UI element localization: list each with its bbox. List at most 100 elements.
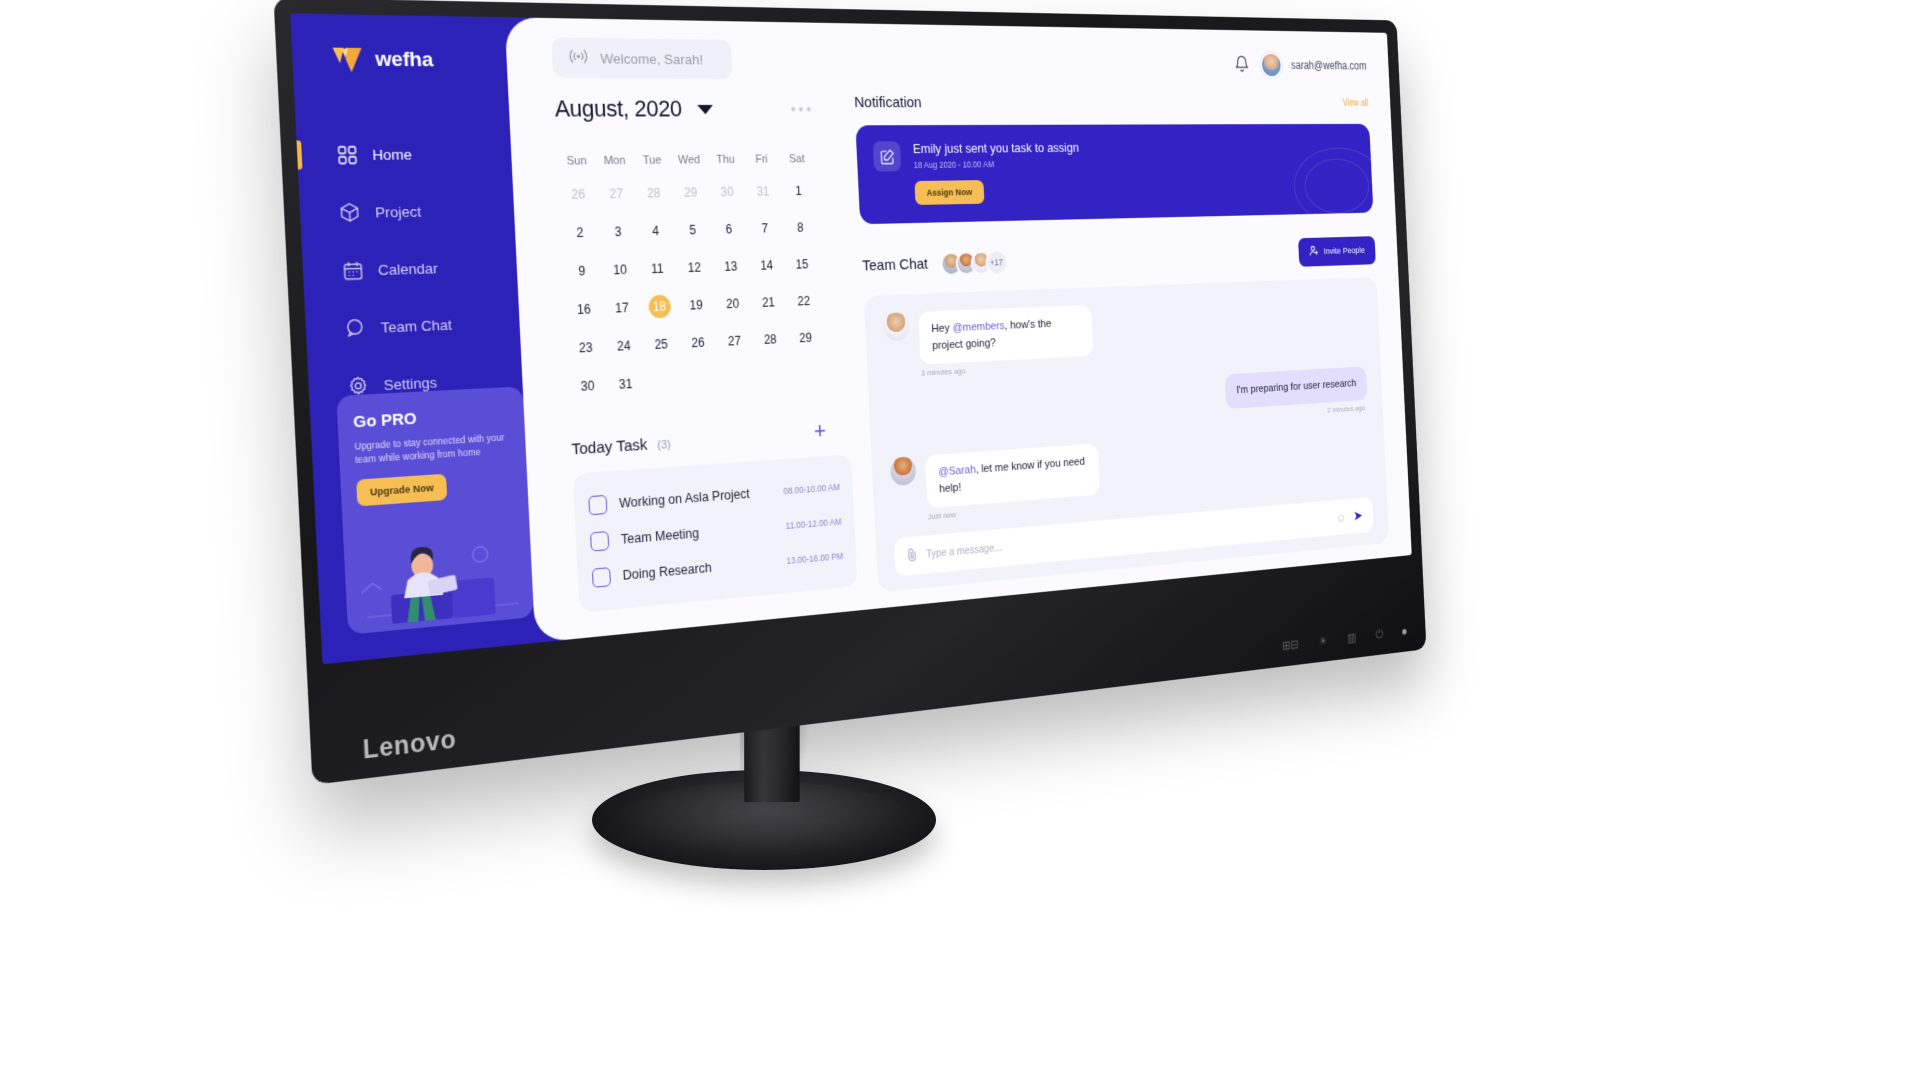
calendar-day[interactable]: 25 — [642, 332, 680, 357]
calendar-day[interactable]: 11 — [638, 257, 676, 281]
paperclip-icon[interactable] — [907, 547, 918, 566]
calendar-day[interactable]: 19 — [677, 293, 715, 317]
chevron-down-icon[interactable] — [697, 104, 714, 114]
brightness-icon[interactable]: ☀ — [1318, 634, 1328, 650]
calendar-day[interactable]: 2 — [560, 221, 599, 245]
calendar-day[interactable]: 20 — [714, 292, 751, 316]
calendar-day-number: 24 — [616, 338, 631, 354]
calendar-day[interactable]: 31 — [745, 180, 782, 203]
calendar-day[interactable]: 24 — [604, 334, 643, 359]
sidebar-item-label: Settings — [383, 373, 438, 393]
calendar-day[interactable]: 21 — [750, 291, 787, 315]
welcome-banner[interactable]: Welcome, Sarah! — [551, 37, 734, 80]
calendar-day-selected[interactable]: 18 — [640, 294, 678, 319]
calendar-day-number: 19 — [689, 297, 704, 313]
assign-now-button[interactable]: Assign Now — [914, 180, 985, 205]
calendar-day[interactable]: 27 — [716, 329, 753, 353]
avatar[interactable] — [1259, 51, 1283, 78]
calendar-day-number: 17 — [614, 300, 629, 316]
calendar-day[interactable]: 17 — [602, 296, 641, 321]
calendar-grid[interactable]: Sun Mon Tue Wed Thu Fri Sat 26 27 28 29 30 31 1 2 3 4 5 6 7… — [557, 153, 825, 399]
calendar-day[interactable]: 16 — [564, 297, 603, 322]
send-icon[interactable]: ➤ — [1353, 507, 1363, 524]
calendar-day[interactable]: 29 — [787, 326, 823, 350]
task-time: 08.00-10.00 AM — [783, 481, 840, 497]
calendar-day-number: 2 — [576, 225, 584, 241]
task-checkbox[interactable] — [588, 494, 608, 516]
calendar-day-number: 8 — [796, 220, 804, 235]
monitor-hardware-controls: ⊞⊟ ☀ ▥ ⏻ — [1282, 624, 1407, 653]
notification-header: Notification View all — [854, 94, 1369, 111]
emoji-icon[interactable]: ☺ — [1335, 510, 1346, 525]
sidebar-item-calendar[interactable]: Calendar — [302, 244, 518, 294]
app-logo[interactable]: wefha — [292, 45, 508, 76]
notification-title: Notification — [853, 94, 922, 112]
calendar-day[interactable]: 12 — [675, 256, 713, 280]
calendar-day[interactable]: 13 — [712, 255, 749, 279]
notification-card[interactable]: Emily just sent you task to assign 18 Au… — [855, 123, 1374, 225]
sidebar-item-home[interactable]: Home — [296, 132, 512, 178]
sidebar-item-project[interactable]: Project — [299, 188, 515, 236]
calendar-day-number: 28 — [646, 185, 661, 201]
chat-mention[interactable]: @Sarah — [938, 464, 976, 479]
avatar[interactable] — [882, 312, 910, 342]
calendar-day[interactable]: 27 — [597, 182, 636, 206]
team-member-avatars[interactable]: +17 — [939, 248, 1009, 277]
calendar-day[interactable]: 7 — [746, 217, 783, 240]
calendar-day[interactable]: 4 — [636, 219, 674, 243]
calendar-day[interactable]: 26 — [558, 182, 597, 206]
plus-icon[interactable]: + — [813, 418, 826, 444]
extra-members-count[interactable]: +17 — [984, 248, 1009, 276]
compose-icon — [872, 141, 902, 172]
calendar-day-number: 13 — [723, 259, 738, 275]
calendar-day-number: 18 — [647, 294, 671, 319]
bell-icon[interactable] — [1233, 54, 1251, 75]
invite-people-button[interactable]: Invite People — [1298, 236, 1376, 267]
calendar-day[interactable]: 31 — [606, 372, 645, 397]
view-all-link[interactable]: View all — [1342, 98, 1368, 108]
calendar-day[interactable]: 15 — [784, 253, 820, 277]
calendar-day[interactable]: 6 — [710, 218, 747, 242]
calendar-day-number: 6 — [725, 221, 733, 237]
calendar-day-number: 22 — [797, 293, 811, 309]
calendar-day[interactable]: 3 — [599, 220, 638, 244]
sidebar-item-label: Project — [374, 202, 422, 221]
chat-mention[interactable]: @members — [952, 320, 1005, 334]
task-label: Doing Research — [622, 560, 712, 583]
input-source-icon[interactable]: ⊞⊟ — [1282, 637, 1299, 654]
broadcast-icon — [568, 48, 588, 67]
sidebar-item-team-chat[interactable]: Team Chat — [305, 300, 521, 352]
calendar-day[interactable]: 9 — [562, 259, 601, 284]
today-task-count: (3) — [657, 438, 672, 453]
today-task-list: Working on Asla Project 08.00-10.00 AM Tea… — [572, 454, 858, 613]
calendar-day[interactable]: 28 — [752, 327, 789, 351]
cube-icon — [338, 201, 361, 224]
calendar-day[interactable]: 1 — [780, 179, 816, 202]
calendar-day-number: 16 — [576, 301, 592, 318]
calendar-day[interactable]: 14 — [748, 254, 785, 278]
task-checkbox[interactable] — [590, 530, 610, 552]
calendar-day[interactable]: 10 — [601, 258, 640, 282]
calendar-day[interactable]: 30 — [708, 180, 745, 203]
calendar-day[interactable]: 22 — [786, 289, 822, 313]
calendar-day-number: 20 — [725, 296, 740, 312]
calendar-day[interactable]: 30 — [568, 373, 607, 398]
calendar-day[interactable]: 26 — [679, 330, 717, 355]
calendar-day-number: 3 — [614, 224, 622, 240]
calendar-weekday-header: Mon — [603, 154, 626, 168]
calendar-header: August, 2020 ••• — [554, 95, 835, 123]
calendar-day-number: 10 — [612, 262, 628, 278]
calendar-day[interactable]: 29 — [672, 181, 710, 205]
power-icon[interactable]: ⏻ — [1375, 627, 1383, 642]
calendar-day[interactable]: 8 — [782, 216, 818, 239]
sidebar-item-label: Team Chat — [380, 316, 453, 336]
task-checkbox[interactable] — [591, 567, 612, 588]
calendar-weekday-header: Sun — [566, 154, 587, 168]
upgrade-now-button[interactable]: Upgrade Now — [356, 473, 448, 507]
calendar-day[interactable]: 23 — [566, 335, 605, 360]
menu-icon[interactable]: ▥ — [1347, 630, 1357, 646]
avatar[interactable] — [889, 456, 917, 487]
more-horizontal-icon[interactable]: ••• — [790, 100, 814, 117]
calendar-day[interactable]: 5 — [674, 218, 712, 242]
calendar-day[interactable]: 28 — [635, 181, 673, 205]
